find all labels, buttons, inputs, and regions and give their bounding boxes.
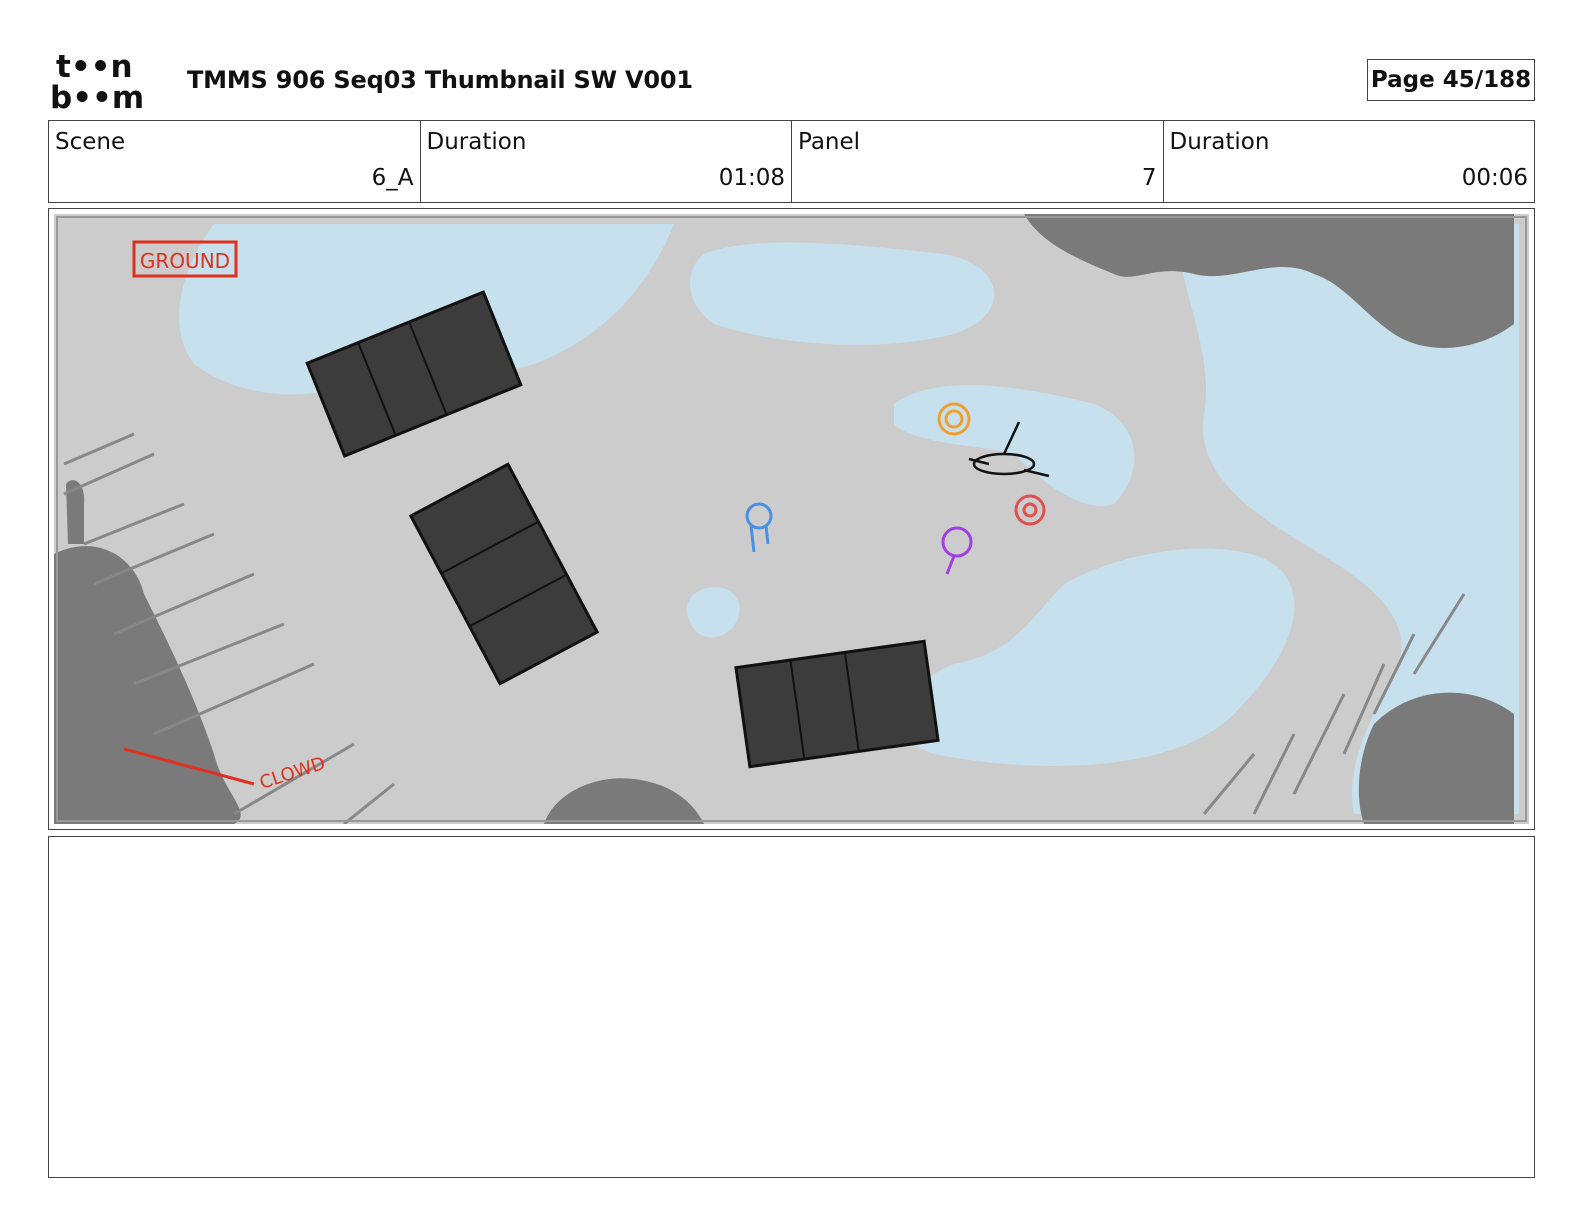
page-number: 45/188 — [1442, 67, 1532, 93]
panel-notes-area[interactable] — [48, 836, 1535, 1178]
ground-annotation: GROUND — [140, 249, 230, 273]
panel-duration-value: 00:06 — [1461, 165, 1528, 191]
logo-text-bottom: b••m — [50, 80, 144, 112]
scene-info-table: Scene 6_A Duration 01:08 Panel 7 Duratio… — [48, 120, 1535, 203]
panel-drawing: GROUND CLOWD — [54, 214, 1529, 824]
water-top-center — [690, 242, 995, 345]
panel-duration-cell: Duration 00:06 — [1164, 121, 1535, 202]
scene-cell: Scene 6_A — [49, 121, 421, 202]
scene-label: Scene — [55, 129, 126, 155]
page-indicator: Page 45/188 — [1367, 59, 1535, 101]
toonboom-logo: t••n b••m — [50, 50, 144, 112]
panel-cell: Panel 7 — [792, 121, 1164, 202]
scene-duration-value: 01:08 — [718, 165, 785, 191]
panel-label: Panel — [798, 129, 861, 155]
panel-value: 7 — [1141, 165, 1157, 191]
page-label: Page — [1370, 67, 1435, 93]
document-title: TMMS 906 Seq03 Thumbnail SW V001 — [187, 66, 693, 94]
scene-duration-label: Duration — [426, 129, 527, 155]
scene-value: 6_A — [371, 165, 414, 191]
panel-duration-label: Duration — [1169, 129, 1270, 155]
storyboard-panel: GROUND CLOWD — [48, 208, 1535, 830]
scene-duration-cell: Duration 01:08 — [421, 121, 792, 202]
